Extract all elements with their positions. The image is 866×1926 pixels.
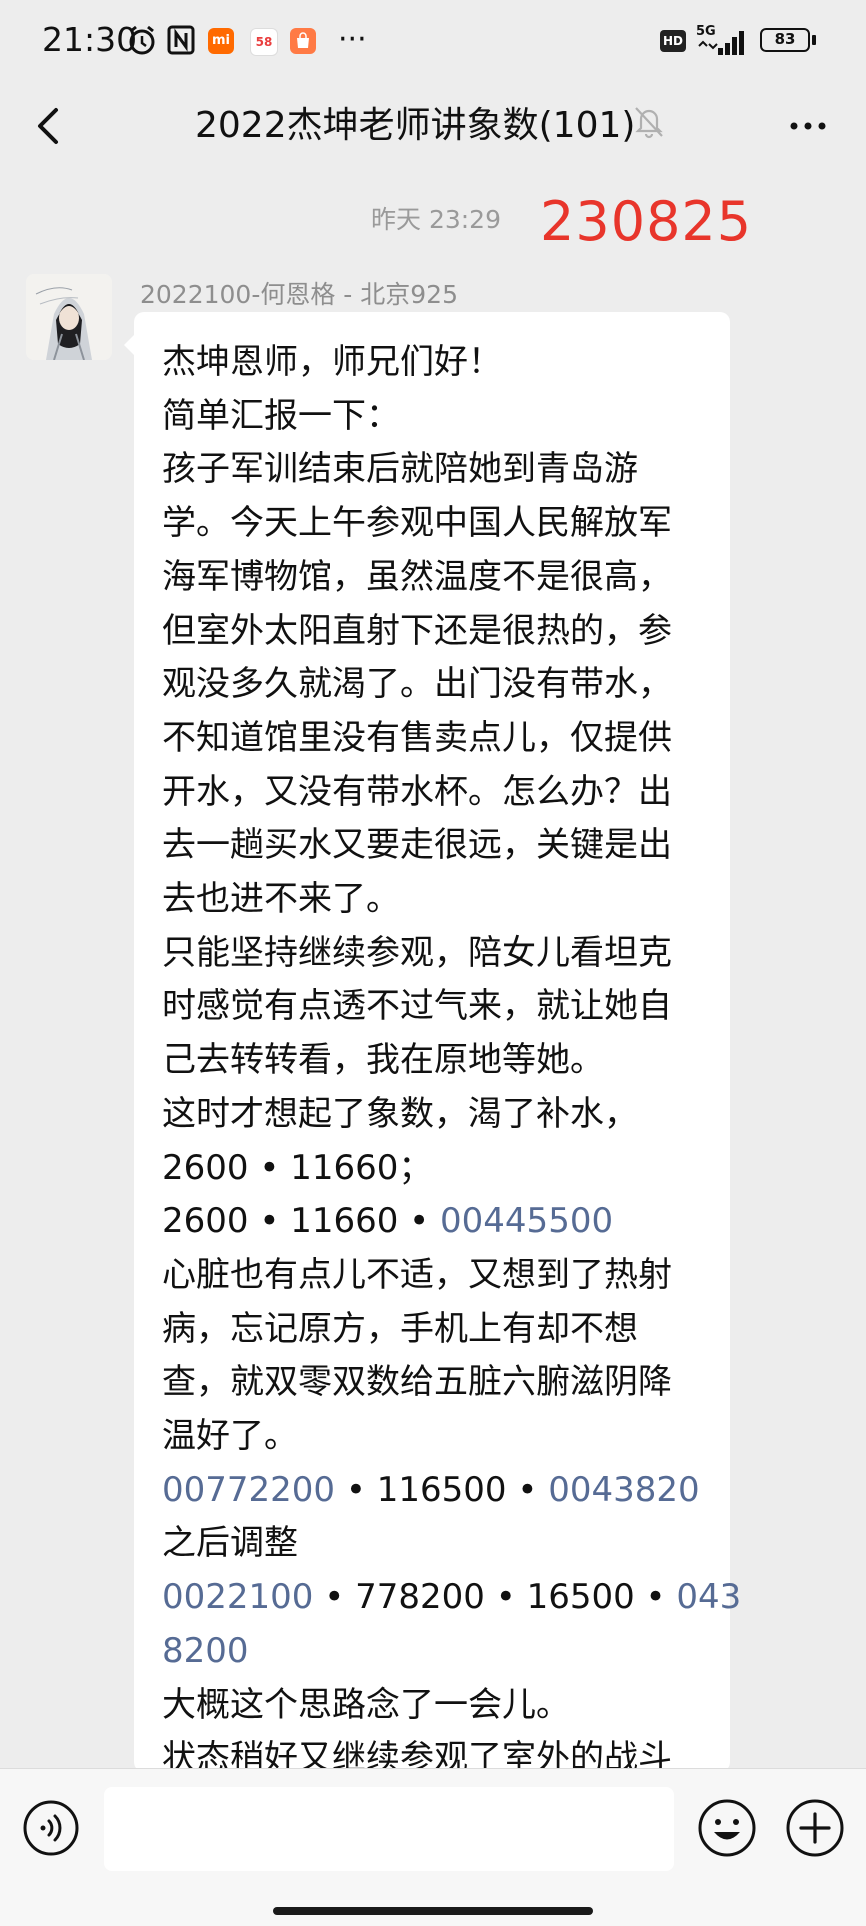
message-segment: 大概这个思路念了一会儿。 bbox=[162, 1684, 570, 1725]
message-line: 开水，又没有带水杯。怎么办？出 bbox=[162, 766, 718, 820]
message-segment: 观没多久就渴了。出门没有带水， bbox=[162, 664, 672, 705]
message-segment: 开水，又没有带水杯。怎么办？出 bbox=[162, 771, 672, 812]
taobao-icon bbox=[290, 28, 316, 54]
message-line: 孩子军训结束后就陪她到青岛游 bbox=[162, 443, 718, 497]
emoji-icon[interactable] bbox=[696, 1797, 758, 1859]
message-segment: • 116500 • bbox=[335, 1469, 549, 1510]
message-line: 去一趟买水又要走很远，关键是出 bbox=[162, 819, 718, 873]
plus-circle-icon[interactable] bbox=[784, 1797, 846, 1859]
message-line: 00772200 • 116500 • 0043820 bbox=[162, 1464, 718, 1518]
message-text[interactable]: 杰坤恩师，师兄们好！ 简单汇报一下： 孩子军训结束后就陪她到青岛游 学。今天上午参观中… bbox=[162, 336, 741, 1786]
message-segment: 之后调整 bbox=[162, 1523, 298, 1564]
message-segment: 杰坤恩师，师兄们好！ bbox=[162, 342, 502, 382]
more-horizontal-icon[interactable] bbox=[780, 100, 836, 150]
number-link[interactable]: 0043820 bbox=[548, 1470, 699, 1510]
message-line: 这时才想起了象数，渴了补水， bbox=[162, 1088, 718, 1142]
battery-icon: 83 bbox=[760, 28, 810, 52]
message-line: 海军博物馆，虽然温度不是很高， bbox=[162, 551, 718, 605]
message-line: 大概这个思路念了一会儿。 bbox=[162, 1679, 718, 1733]
input-bar bbox=[0, 1768, 866, 1926]
message-segment: 己去转转看，我在原地等她。 bbox=[162, 1040, 604, 1081]
avatar[interactable] bbox=[26, 274, 112, 360]
message-line: 但室外太阳直射下还是很热的，参 bbox=[162, 605, 718, 659]
message-line: 不知道馆里没有售卖点儿，仅提供 bbox=[162, 712, 718, 766]
message-segment: 但室外太阳直射下还是很热的，参 bbox=[162, 610, 672, 651]
message-segment: 学。今天上午参观中国人民解放军 bbox=[162, 503, 672, 544]
bell-off-icon bbox=[635, 107, 663, 139]
chat-title: 2022杰坤老师讲象数(101) bbox=[195, 105, 636, 146]
avatar-illustration bbox=[26, 274, 112, 360]
message-segment: 查，就双零双数给五脏六腑滋阴降 bbox=[162, 1362, 672, 1403]
message-segment: • 778200 • 16500 • bbox=[313, 1577, 677, 1618]
message-segment: 去也进不来了。 bbox=[162, 879, 400, 920]
message-line: 病，忘记原方，手机上有却不想 bbox=[162, 1303, 718, 1357]
message-line: 查，就双零双数给五脏六腑滋阴降 bbox=[162, 1356, 718, 1410]
number-link[interactable]: 00772200 bbox=[162, 1470, 335, 1510]
sender-name: 2022100-何恩格 - 北京925 bbox=[140, 280, 458, 309]
date-overlay-number: 230825 bbox=[540, 190, 753, 253]
battery-level: 83 bbox=[774, 30, 796, 48]
status-time: 21:30 bbox=[42, 20, 138, 59]
message-segment: 2600 • 11660 • bbox=[162, 1201, 441, 1242]
message-segment: 这时才想起了象数，渴了补水， bbox=[162, 1093, 638, 1134]
number-link[interactable]: 8200 bbox=[162, 1631, 249, 1671]
message-line: 杰坤恩师，师兄们好！ bbox=[162, 336, 718, 390]
message-line: 温好了。 bbox=[162, 1410, 718, 1464]
number-link[interactable]: 00445500 bbox=[440, 1201, 613, 1241]
status-bar: 21:30 mi 58 ··· HD 5G 83 bbox=[0, 0, 866, 84]
message-line: 学。今天上午参观中国人民解放军 bbox=[162, 497, 718, 551]
message-segment: 孩子军训结束后就陪她到青岛游 bbox=[162, 449, 638, 490]
number-link[interactable]: 043 bbox=[676, 1577, 741, 1617]
message-segment: 温好了。 bbox=[162, 1416, 298, 1457]
message-line: 2600 • 11660 • 00445500 bbox=[162, 1195, 718, 1249]
more-notifications: ··· bbox=[338, 22, 367, 57]
message-segment: 2600 • 11660； bbox=[162, 1147, 433, 1188]
message-segment: 只能坚持继续参观，陪女儿看坦克 bbox=[162, 932, 672, 973]
chevron-left-icon[interactable] bbox=[22, 98, 78, 154]
message-line: 8200 bbox=[162, 1625, 718, 1679]
message-segment: 去一趟买水又要走很远，关键是出 bbox=[162, 825, 672, 866]
message-line: 2600 • 11660； bbox=[162, 1142, 718, 1196]
message-line: 只能坚持继续参观，陪女儿看坦克 bbox=[162, 927, 718, 981]
chat-header: 2022杰坤老师讲象数(101) bbox=[0, 84, 866, 168]
message-line: 己去转转看，我在原地等她。 bbox=[162, 1034, 718, 1088]
message-line: 时感觉有点透不过气来，就让她自 bbox=[162, 980, 718, 1034]
message-segment: 简单汇报一下： bbox=[162, 395, 400, 436]
58-icon: 58 bbox=[250, 28, 278, 56]
message-line: 心脏也有点儿不适，又想到了热射 bbox=[162, 1249, 718, 1303]
message-line: 去也进不来了。 bbox=[162, 873, 718, 927]
message-segment: 时感觉有点透不过气来，就让她自 bbox=[162, 986, 672, 1027]
message-line: 观没多久就渴了。出门没有带水， bbox=[162, 658, 718, 712]
message-segment: 海军博物馆，虽然温度不是很高， bbox=[162, 556, 672, 597]
hd-icon: HD bbox=[660, 30, 686, 52]
voice-input-icon[interactable] bbox=[22, 1799, 80, 1857]
message-line: 简单汇报一下： bbox=[162, 390, 718, 444]
message-segment: 病，忘记原方，手机上有却不想 bbox=[162, 1308, 638, 1349]
nfc-icon bbox=[167, 25, 195, 55]
message-segment: 不知道馆里没有售卖点儿，仅提供 bbox=[162, 717, 672, 758]
message-timestamp: 昨天 23:29 bbox=[371, 205, 501, 234]
message-segment: 心脏也有点儿不适，又想到了热射 bbox=[162, 1254, 672, 1295]
alarm-icon bbox=[129, 25, 155, 55]
battery-tip bbox=[812, 35, 816, 45]
message-line: 之后调整 bbox=[162, 1517, 718, 1571]
message-input[interactable] bbox=[104, 1787, 674, 1871]
signal-icon bbox=[698, 31, 744, 55]
number-link[interactable]: 0022100 bbox=[162, 1577, 313, 1617]
message-line: 0022100 • 778200 • 16500 • 043 bbox=[162, 1571, 741, 1625]
home-indicator bbox=[273, 1907, 593, 1915]
mi-icon: mi bbox=[208, 28, 234, 54]
